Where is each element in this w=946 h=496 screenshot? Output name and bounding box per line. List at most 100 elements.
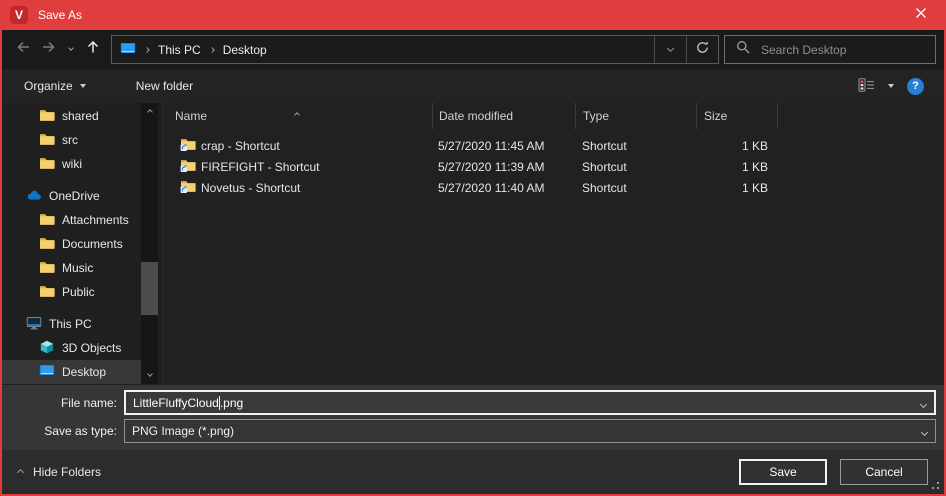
chevron-up-icon	[17, 468, 24, 475]
file-rows: crap - Shortcut 5/27/2020 11:45 AM Short…	[163, 135, 944, 198]
organize-button[interactable]: Organize	[16, 75, 94, 97]
folder-shortcut-icon	[180, 137, 196, 154]
main-area: shared src wiki OneDrive	[2, 103, 944, 385]
filename-panel: File name: LittleFluffyCloud.png Save as…	[2, 385, 944, 450]
sidebar-item[interactable]: Documents	[2, 232, 141, 256]
details-view-icon[interactable]	[858, 78, 875, 95]
address-dropdown-button[interactable]	[654, 36, 686, 63]
chevron-down-icon	[667, 44, 674, 51]
column-header-size[interactable]: Size	[696, 103, 777, 129]
this-pc-icon	[26, 316, 42, 333]
file-size-cell: 1 KB	[696, 160, 777, 174]
close-button[interactable]	[898, 0, 944, 30]
view-options-dropdown[interactable]	[888, 84, 894, 88]
save-as-type-dropdown[interactable]	[922, 424, 927, 438]
folder-icon	[39, 156, 55, 173]
scroll-down-button[interactable]	[141, 367, 158, 384]
breadcrumb-this-pc[interactable]: This PC	[158, 43, 201, 57]
file-name-cell: FIREFIGHT - Shortcut	[163, 158, 432, 175]
sidebar-item-label: Attachments	[62, 213, 129, 227]
save-as-type-select[interactable]: PNG Image (*.png)	[124, 419, 936, 443]
scrollbar-thumb[interactable]	[141, 262, 158, 315]
toolbar-right-group: ?	[858, 78, 930, 95]
sidebar-item-label: 3D Objects	[62, 341, 121, 355]
refresh-button[interactable]	[686, 36, 718, 63]
file-name-text: crap - Shortcut	[201, 139, 280, 153]
breadcrumb-desktop[interactable]: Desktop	[223, 43, 267, 57]
action-buttons: Save Cancel	[739, 459, 928, 485]
column-header-type[interactable]: Type	[575, 103, 696, 129]
column-header-date-modified[interactable]: Date modified	[432, 103, 575, 129]
file-row[interactable]: crap - Shortcut 5/27/2020 11:45 AM Short…	[163, 135, 944, 156]
file-name-text: Novetus - Shortcut	[201, 181, 300, 195]
sidebar-item[interactable]: Attachments	[2, 208, 141, 232]
chevron-right-icon	[209, 47, 215, 53]
resize-grip-icon[interactable]	[937, 487, 939, 489]
sidebar-item[interactable]: src	[2, 128, 141, 152]
up-arrow-icon	[85, 39, 101, 60]
save-as-type-value: PNG Image (*.png)	[132, 424, 234, 438]
organize-label: Organize	[24, 79, 73, 93]
cancel-button[interactable]: Cancel	[840, 459, 928, 485]
dropdown-triangle-icon	[80, 84, 86, 88]
up-button[interactable]	[80, 36, 106, 64]
address-bar[interactable]: This PC Desktop	[111, 35, 719, 64]
folder-icon	[39, 132, 55, 149]
sidebar-item[interactable]: Desktop	[2, 360, 141, 384]
folder-icon	[39, 212, 55, 229]
folder-tree-sidebar: shared src wiki OneDrive	[2, 103, 162, 385]
save-button[interactable]: Save	[739, 459, 827, 485]
scroll-up-button[interactable]	[141, 103, 158, 120]
chevron-down-icon	[921, 428, 928, 435]
sidebar-item-label: Documents	[62, 237, 123, 251]
sidebar-item[interactable]: Music	[2, 256, 141, 280]
file-type-cell: Shortcut	[575, 181, 696, 195]
sidebar-item[interactable]: Public	[2, 280, 141, 304]
search-icon	[736, 40, 750, 59]
save-as-dialog: V Save As	[0, 0, 946, 496]
command-toolbar: Organize New folder ?	[2, 69, 944, 103]
help-button[interactable]: ?	[907, 78, 924, 95]
file-name-cell: Novetus - Shortcut	[163, 179, 432, 196]
search-box[interactable]: Search Desktop	[724, 35, 936, 64]
file-name-value: LittleFluffyCloud	[133, 396, 219, 410]
navigation-bar: This PC Desktop Search Desktop	[2, 30, 944, 69]
file-date-cell: 5/27/2020 11:39 AM	[432, 160, 575, 174]
desktop-monitor-icon	[120, 42, 136, 58]
hide-folders-label: Hide Folders	[33, 465, 101, 479]
file-name-dropdown[interactable]	[921, 396, 926, 410]
file-type-cell: Shortcut	[575, 139, 696, 153]
sidebar-item-label: OneDrive	[49, 189, 100, 203]
file-size-cell: 1 KB	[696, 181, 777, 195]
sidebar-item[interactable]: 3D Objects	[2, 336, 141, 360]
sidebar-item[interactable]: shared	[2, 104, 141, 128]
file-list: Name Date modified Type Size crap - Shor…	[162, 103, 944, 385]
file-type-cell: Shortcut	[575, 160, 696, 174]
file-date-cell: 5/27/2020 11:45 AM	[432, 139, 575, 153]
folder-icon	[39, 284, 55, 301]
folder-icon	[39, 236, 55, 253]
sidebar-item-label: wiki	[62, 157, 82, 171]
folder-icon	[39, 260, 55, 277]
chevron-down-icon	[68, 45, 74, 51]
recent-locations-button[interactable]	[62, 36, 80, 64]
file-row[interactable]: Novetus - Shortcut 5/27/2020 11:40 AM Sh…	[163, 177, 944, 198]
vivaldi-logo-icon: V	[10, 6, 28, 24]
chevron-right-icon	[144, 47, 150, 53]
dialog-footer: Hide Folders Save Cancel	[2, 450, 944, 494]
sidebar-scrollbar[interactable]	[141, 103, 158, 384]
file-row[interactable]: FIREFIGHT - Shortcut 5/27/2020 11:39 AM …	[163, 156, 944, 177]
sidebar-item[interactable]: wiki	[2, 152, 141, 176]
sidebar-item[interactable]: This PC	[2, 312, 141, 336]
back-button[interactable]	[10, 36, 36, 64]
sidebar-item-label: Desktop	[62, 365, 106, 379]
new-folder-button[interactable]: New folder	[128, 75, 201, 97]
search-placeholder: Search Desktop	[761, 43, 846, 57]
title-bar: V Save As	[2, 0, 944, 30]
file-name-input[interactable]: LittleFluffyCloud.png	[124, 390, 936, 415]
hide-folders-button[interactable]: Hide Folders	[18, 465, 101, 479]
column-header-spacer	[777, 103, 944, 129]
forward-button[interactable]	[36, 36, 62, 64]
sidebar-item[interactable]: OneDrive	[2, 184, 141, 208]
folder-shortcut-icon	[180, 179, 196, 196]
